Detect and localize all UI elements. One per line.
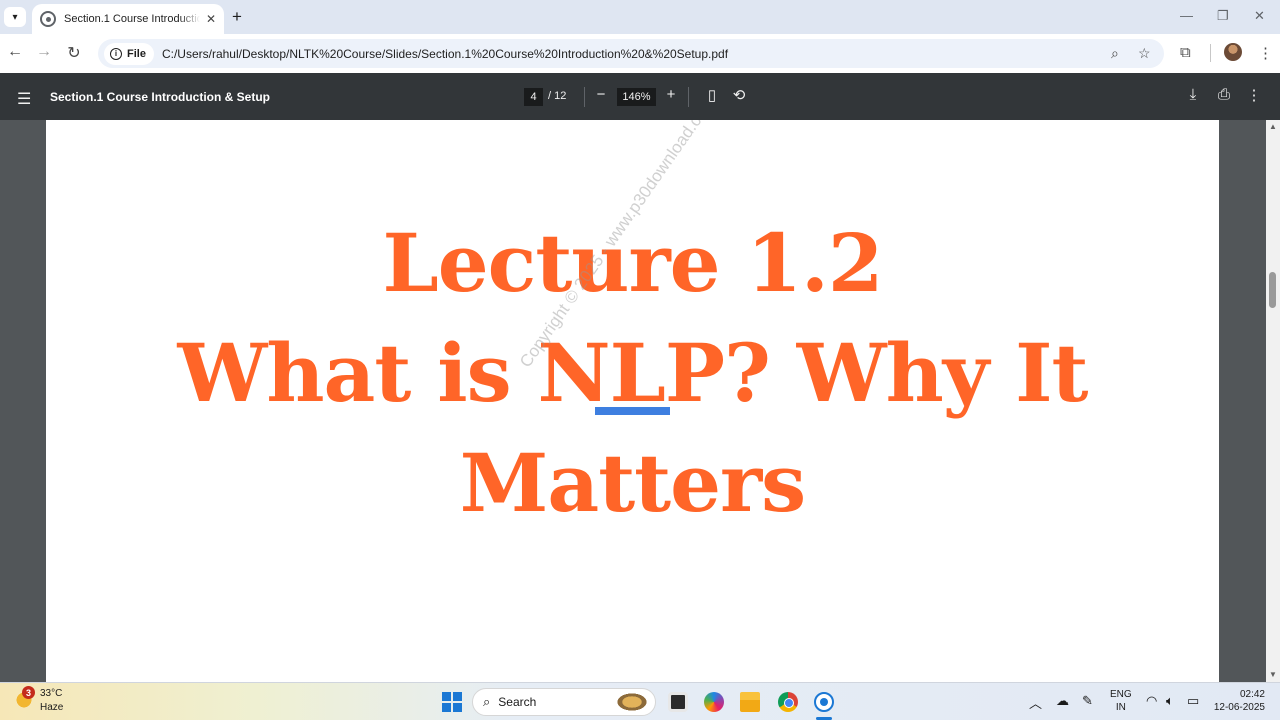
language-indicator[interactable]: ENG IN: [1110, 688, 1132, 714]
new-tab-button[interactable]: +: [232, 7, 242, 27]
close-tab-icon[interactable]: ✕: [206, 12, 216, 26]
slide-title-line-2: What is NLP? Why It: [177, 326, 1089, 420]
slide-title-line-3: Matters: [459, 436, 806, 530]
address-bar[interactable]: i File C:/Users/rahul/Desktop/NLTK%20Cou…: [98, 39, 1164, 68]
page-total: / 12: [548, 90, 567, 102]
print-icon[interactable]: ⎙: [1215, 86, 1233, 103]
back-button[interactable]: ←: [5, 43, 25, 61]
zoom-input[interactable]: 146%: [617, 88, 656, 106]
browser-tab[interactable]: Section.1 Course Introduction & Setup ✕: [32, 4, 224, 34]
zoom-out-button[interactable]: −: [592, 86, 610, 103]
zoom-in-button[interactable]: +: [662, 86, 680, 103]
search-label: Search: [498, 695, 537, 709]
extensions-icon[interactable]: ⧉: [1180, 44, 1191, 61]
taskbar: 3 33°C Haze ⌕ Search ︿ ☁ ✎ ENG IN ◠ 🔈︎ ▭…: [0, 682, 1280, 720]
chrome-app-icon[interactable]: [778, 692, 798, 712]
tab-search-button[interactable]: ▾: [4, 7, 26, 27]
clock[interactable]: 02:42 12-06-2025: [1210, 688, 1265, 714]
start-button[interactable]: [442, 692, 462, 712]
bookmark-star-icon[interactable]: ☆: [1138, 45, 1151, 62]
browser-toolbar: ← → ↻ i File C:/Users/rahul/Desktop/NLTK…: [0, 34, 1280, 73]
weather-badge: 3: [22, 686, 35, 699]
tab-strip: ▾ Section.1 Course Introduction & Setup …: [0, 0, 1280, 34]
scroll-down-icon[interactable]: ▼: [1269, 670, 1277, 679]
slide-title-line-1: Lecture 1.2: [382, 216, 883, 310]
info-icon: i: [110, 47, 122, 60]
onedrive-icon[interactable]: ☁: [1056, 693, 1069, 709]
search-highlight-image: [615, 692, 649, 712]
screen-recorder-icon[interactable]: [814, 692, 834, 712]
url-text[interactable]: C:/Users/rahul/Desktop/NLTK%20Course/Sli…: [162, 47, 728, 61]
restore-button[interactable]: ❐: [1217, 8, 1229, 24]
battery-icon[interactable]: ▭: [1187, 693, 1199, 709]
page-number-input[interactable]: 4: [524, 88, 543, 106]
toolbar-divider: [1210, 44, 1211, 62]
language-code: ENG: [1110, 689, 1132, 700]
menu-icon[interactable]: ☰: [17, 89, 31, 109]
site-info-label: File: [127, 47, 146, 60]
show-hidden-icons-icon[interactable]: ︿: [1029, 693, 1042, 712]
weather-condition: Haze: [40, 702, 64, 713]
clock-time: 02:42: [1239, 689, 1265, 700]
file-explorer-icon[interactable]: [740, 692, 760, 712]
text-cursor-highlight: [595, 407, 670, 415]
scroll-up-icon[interactable]: ▲: [1269, 122, 1277, 131]
scrollbar-thumb[interactable]: [1269, 272, 1276, 308]
download-icon[interactable]: ⤓: [1184, 86, 1202, 103]
clock-date: 12-06-2025: [1213, 702, 1265, 713]
more-options-icon[interactable]: ⋮: [1245, 86, 1263, 104]
globe-icon: [40, 11, 56, 27]
close-window-button[interactable]: ✕: [1254, 8, 1265, 24]
temperature: 33°C: [40, 688, 63, 699]
search-icon: ⌕: [483, 694, 491, 709]
forward-button[interactable]: →: [34, 43, 54, 61]
taskbar-search[interactable]: ⌕ Search: [472, 688, 656, 716]
wifi-icon[interactable]: ◠: [1146, 693, 1157, 709]
rotate-icon[interactable]: ⟲: [730, 86, 748, 104]
toolbar-divider: [688, 87, 689, 107]
pdf-viewer[interactable]: Lecture 1.2 What is NLP? Why It Matters …: [0, 120, 1280, 682]
profile-avatar[interactable]: [1224, 43, 1242, 61]
volume-icon[interactable]: 🔈︎: [1166, 693, 1174, 709]
toolbar-divider: [584, 87, 585, 107]
copilot-app-icon[interactable]: [704, 692, 724, 712]
pdf-toolbar: ☰ Section.1 Course Introduction & Setup …: [0, 73, 1280, 120]
pdf-page: Lecture 1.2 What is NLP? Why It Matters …: [46, 120, 1219, 682]
fit-page-icon[interactable]: ▯: [703, 86, 721, 104]
minimize-button[interactable]: —: [1180, 8, 1193, 23]
vertical-scrollbar[interactable]: ▲ ▼: [1266, 120, 1280, 682]
zoom-icon[interactable]: ⌕: [1111, 45, 1119, 62]
tab-title: Section.1 Course Introduction & Setup: [64, 13, 200, 25]
browser-menu-icon[interactable]: ⋮: [1258, 44, 1273, 62]
reload-button[interactable]: ↻: [64, 43, 84, 63]
region-code: IN: [1115, 702, 1126, 713]
document-title: Section.1 Course Introduction & Setup: [50, 90, 271, 104]
terminal-app-icon[interactable]: [668, 692, 688, 712]
pen-icon[interactable]: ✎: [1082, 693, 1093, 709]
site-info-chip[interactable]: i File: [104, 42, 154, 65]
